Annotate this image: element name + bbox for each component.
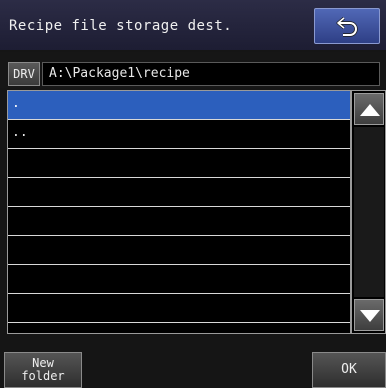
new-folder-button[interactable]: New folder	[4, 352, 82, 388]
path-bar: DRV A:\Package1\recipe	[0, 52, 386, 88]
list-item[interactable]: .	[8, 91, 350, 120]
path-field: A:\Package1\recipe	[42, 62, 380, 86]
file-list[interactable]: . ..	[7, 90, 351, 334]
scroll-up-button[interactable]	[354, 93, 384, 125]
list-item[interactable]	[8, 207, 350, 236]
triangle-down-icon	[360, 310, 380, 322]
dialog-title: Recipe file storage dest.	[9, 18, 233, 34]
back-button[interactable]	[314, 8, 380, 44]
list-scrollbar[interactable]	[351, 90, 386, 334]
list-item[interactable]	[8, 178, 350, 207]
scroll-down-button[interactable]	[354, 299, 384, 331]
bottom-bar: New folder OK	[0, 352, 386, 388]
scroll-track[interactable]	[354, 127, 384, 297]
list-item[interactable]	[8, 149, 350, 178]
file-dialog: Recipe file storage dest. DRV A:\Package…	[0, 0, 386, 388]
list-item[interactable]	[8, 265, 350, 294]
list-item[interactable]	[8, 236, 350, 265]
list-item[interactable]: ..	[8, 120, 350, 149]
triangle-up-icon	[360, 104, 380, 116]
return-arrow-icon	[336, 16, 358, 37]
drive-button[interactable]: DRV	[8, 62, 40, 86]
new-folder-label-line2: folder	[21, 369, 65, 383]
ok-button[interactable]: OK	[312, 352, 386, 388]
dialog-header: Recipe file storage dest.	[0, 0, 386, 50]
list-item[interactable]	[8, 294, 350, 323]
